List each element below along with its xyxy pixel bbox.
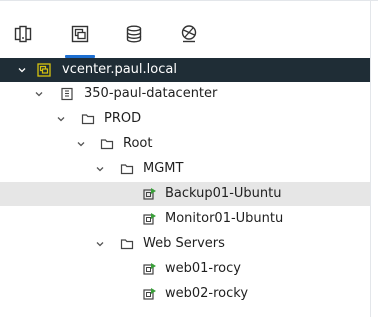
top-divider bbox=[0, 0, 378, 1]
vm-running-icon bbox=[143, 287, 157, 301]
tree-node-root-folder[interactable]: Root bbox=[0, 132, 370, 156]
tree-node-label: web02-rocky bbox=[165, 286, 249, 301]
tree-node-label: Backup01-Ubuntu bbox=[165, 186, 282, 201]
tab-networking[interactable] bbox=[172, 18, 206, 54]
tree-node-prod-folder[interactable]: PROD bbox=[0, 107, 370, 131]
folder-icon bbox=[100, 137, 114, 151]
folder-icon bbox=[120, 162, 134, 176]
tree-node-vm-backup01[interactable]: Backup01-Ubuntu bbox=[0, 182, 370, 206]
hosts-clusters-icon bbox=[13, 24, 33, 48]
folder-icon bbox=[120, 237, 134, 251]
folder-icon bbox=[81, 112, 95, 126]
tree-node-vm-monitor01[interactable]: Monitor01-Ubuntu bbox=[0, 207, 370, 231]
storage-icon bbox=[124, 24, 144, 48]
vcenter-icon bbox=[37, 63, 51, 77]
chevron-down-icon[interactable] bbox=[76, 139, 86, 149]
datacenter-icon bbox=[60, 87, 74, 101]
vms-templates-icon bbox=[70, 24, 90, 48]
tree-node-label: Monitor01-Ubuntu bbox=[165, 211, 284, 226]
networking-icon bbox=[179, 24, 199, 48]
tab-vms-and-templates[interactable] bbox=[63, 18, 97, 58]
panel-right-border bbox=[370, 0, 371, 317]
inventory-tab-bar bbox=[0, 18, 370, 58]
tree-node-datacenter[interactable]: 350-paul-datacenter bbox=[0, 82, 370, 106]
tree-node-label: PROD bbox=[104, 111, 142, 126]
tree-node-label: Web Servers bbox=[143, 236, 225, 251]
tab-hosts-and-clusters[interactable] bbox=[6, 18, 40, 54]
tree-node-label: 350-paul-datacenter bbox=[84, 86, 218, 101]
chevron-down-icon[interactable] bbox=[95, 239, 105, 249]
tree-node-label: vcenter.paul.local bbox=[62, 62, 177, 77]
tree-node-label: Root bbox=[123, 136, 153, 151]
tree-node-vm-web02[interactable]: web02-rocky bbox=[0, 282, 370, 306]
chevron-down-icon[interactable] bbox=[56, 114, 66, 124]
chevron-down-icon[interactable] bbox=[17, 65, 27, 75]
tree-node-mgmt-folder[interactable]: MGMT bbox=[0, 157, 370, 181]
vm-running-icon bbox=[143, 187, 157, 201]
tree-node-label: MGMT bbox=[143, 161, 184, 176]
chevron-down-icon[interactable] bbox=[34, 89, 44, 99]
tree-node-vm-web01[interactable]: web01-rocy bbox=[0, 257, 370, 281]
tree-node-web-servers-folder[interactable]: Web Servers bbox=[0, 232, 370, 256]
tree-node-vcenter[interactable]: vcenter.paul.local bbox=[0, 58, 370, 82]
vm-running-icon bbox=[143, 212, 157, 226]
vm-running-icon bbox=[143, 262, 157, 276]
tab-storage[interactable] bbox=[117, 18, 151, 54]
chevron-down-icon[interactable] bbox=[95, 164, 105, 174]
tree-node-label: web01-rocy bbox=[165, 261, 241, 276]
